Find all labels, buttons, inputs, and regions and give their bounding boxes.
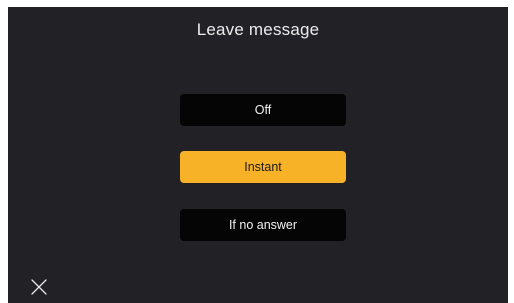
option-if-no-answer-label: If no answer [228,218,298,232]
option-instant-label: Instant [244,160,282,174]
page-title: Leave message [196,20,320,39]
close-button[interactable] [29,277,49,297]
option-instant-button[interactable]: Instant [180,151,346,183]
close-icon [31,279,47,295]
leave-message-screen: Leave message Off Instant If no answer [8,7,508,303]
option-if-no-answer-button[interactable]: If no answer [180,209,346,241]
option-off-label: Off [254,103,272,117]
option-off-button[interactable]: Off [180,94,346,126]
